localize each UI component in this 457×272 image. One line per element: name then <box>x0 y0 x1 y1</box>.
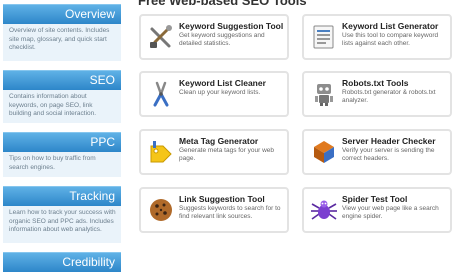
tool-card-keyword-list-cleaner[interactable]: Keyword List Cleaner Clean up your keywo… <box>139 71 289 117</box>
tool-description: Use this tool to compare keyword lists a… <box>342 32 439 47</box>
tools-icon <box>147 23 175 51</box>
tool-card-spider-test[interactable]: Spider Test Tool View your web page like… <box>302 187 452 233</box>
tool-card-keyword-suggestion[interactable]: Keyword Suggestion Tool Get keyword sugg… <box>139 14 289 60</box>
spider-icon <box>310 196 338 224</box>
tool-title[interactable]: Keyword List Generator <box>342 21 438 31</box>
tool-title[interactable]: Link Suggestion Tool <box>179 194 265 204</box>
sidebar-section-overview[interactable]: Overview Overview of site contents. Incl… <box>3 4 121 61</box>
sidebar-description: Overview of site contents. Includes site… <box>3 24 121 61</box>
sidebar-section-ppc[interactable]: PPC Tips on how to buy traffic from sear… <box>3 132 121 177</box>
tool-description: Clean up your keyword lists. <box>179 89 261 96</box>
sidebar-description: Learn how to track your success with org… <box>3 206 121 243</box>
tool-description: Suggests keywords to search for to find … <box>179 205 281 220</box>
server-icon <box>310 138 338 166</box>
list-icon <box>310 23 338 51</box>
tool-card-link-suggestion[interactable]: Link Suggestion Tool Suggests keywords t… <box>139 187 289 233</box>
tool-description: Verify your server is sending the correc… <box>342 147 435 162</box>
sidebar-heading[interactable]: Overview <box>3 4 121 24</box>
tool-title[interactable]: Server Header Checker <box>342 136 436 146</box>
tool-card-meta-tag-generator[interactable]: Meta Tag Generator Generate meta tags fo… <box>139 129 289 175</box>
robot-icon <box>310 80 338 108</box>
tag-icon <box>147 138 175 166</box>
sidebar-description: Tips on how to buy traffic from search e… <box>3 152 121 177</box>
tool-card-robots-txt[interactable]: Robots.txt Tools Robots.txt generator & … <box>302 71 452 117</box>
page-title: Free Web-based SEO Tools <box>138 0 307 8</box>
sidebar-heading[interactable]: SEO <box>3 70 121 90</box>
tool-title[interactable]: Robots.txt Tools <box>342 78 408 88</box>
tool-description: Robots.txt generator & robots.txt analyz… <box>342 89 436 104</box>
tool-card-server-header-checker[interactable]: Server Header Checker Verify your server… <box>302 129 452 175</box>
sidebar-description: Contains information about keywords, on … <box>3 90 121 123</box>
tool-card-keyword-list-generator[interactable]: Keyword List Generator Use this tool to … <box>302 14 452 60</box>
tool-title[interactable]: Keyword List Cleaner <box>179 78 266 88</box>
cookie-icon <box>147 196 175 224</box>
tool-title[interactable]: Meta Tag Generator <box>179 136 258 146</box>
tool-title[interactable]: Spider Test Tool <box>342 194 407 204</box>
sidebar-heading[interactable]: PPC <box>3 132 121 152</box>
sidebar-section-credibility[interactable]: Credibility <box>3 252 121 272</box>
sidebar-heading[interactable]: Credibility <box>3 252 121 272</box>
sidebar-heading[interactable]: Tracking <box>3 186 121 206</box>
sidebar: Overview Overview of site contents. Incl… <box>3 0 121 272</box>
tool-title[interactable]: Keyword Suggestion Tool <box>179 21 283 31</box>
pliers-icon <box>147 80 175 108</box>
tool-description: View your web page like a search engine … <box>342 205 439 220</box>
tool-description: Get keyword suggestions and detailed sta… <box>179 32 265 47</box>
sidebar-section-seo[interactable]: SEO Contains information about keywords,… <box>3 70 121 123</box>
sidebar-section-tracking[interactable]: Tracking Learn how to track your success… <box>3 186 121 243</box>
tool-description: Generate meta tags for your web page. <box>179 147 275 162</box>
